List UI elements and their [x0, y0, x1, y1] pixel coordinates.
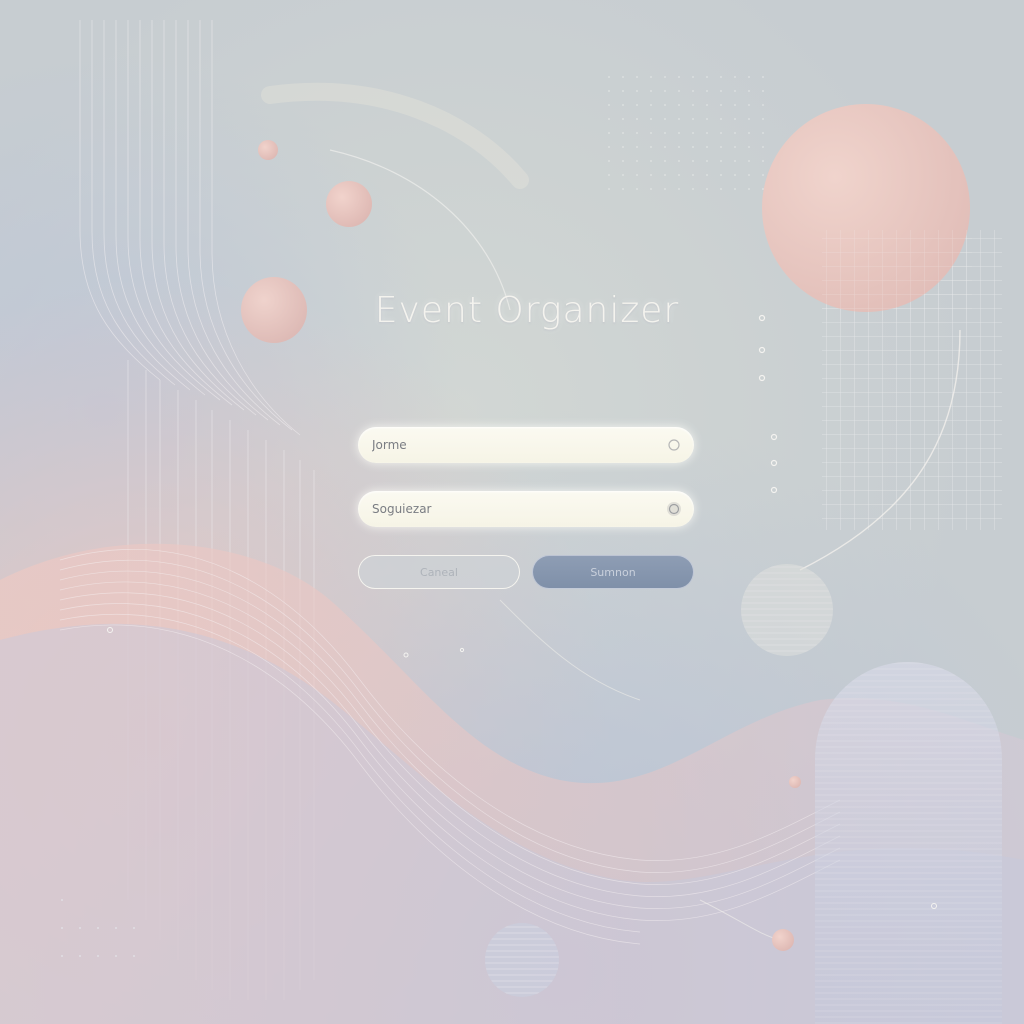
submit-button[interactable]: Sumnon [532, 555, 694, 589]
username-field[interactable] [358, 427, 694, 463]
circle-dot-icon[interactable] [666, 501, 682, 517]
password-input[interactable] [372, 491, 652, 527]
circle-dot-icon[interactable] [666, 437, 682, 453]
cancel-button[interactable]: Caneal [358, 555, 520, 589]
password-field[interactable] [358, 491, 694, 527]
username-input[interactable] [372, 427, 652, 463]
app-title: Event Organizer [374, 290, 680, 331]
